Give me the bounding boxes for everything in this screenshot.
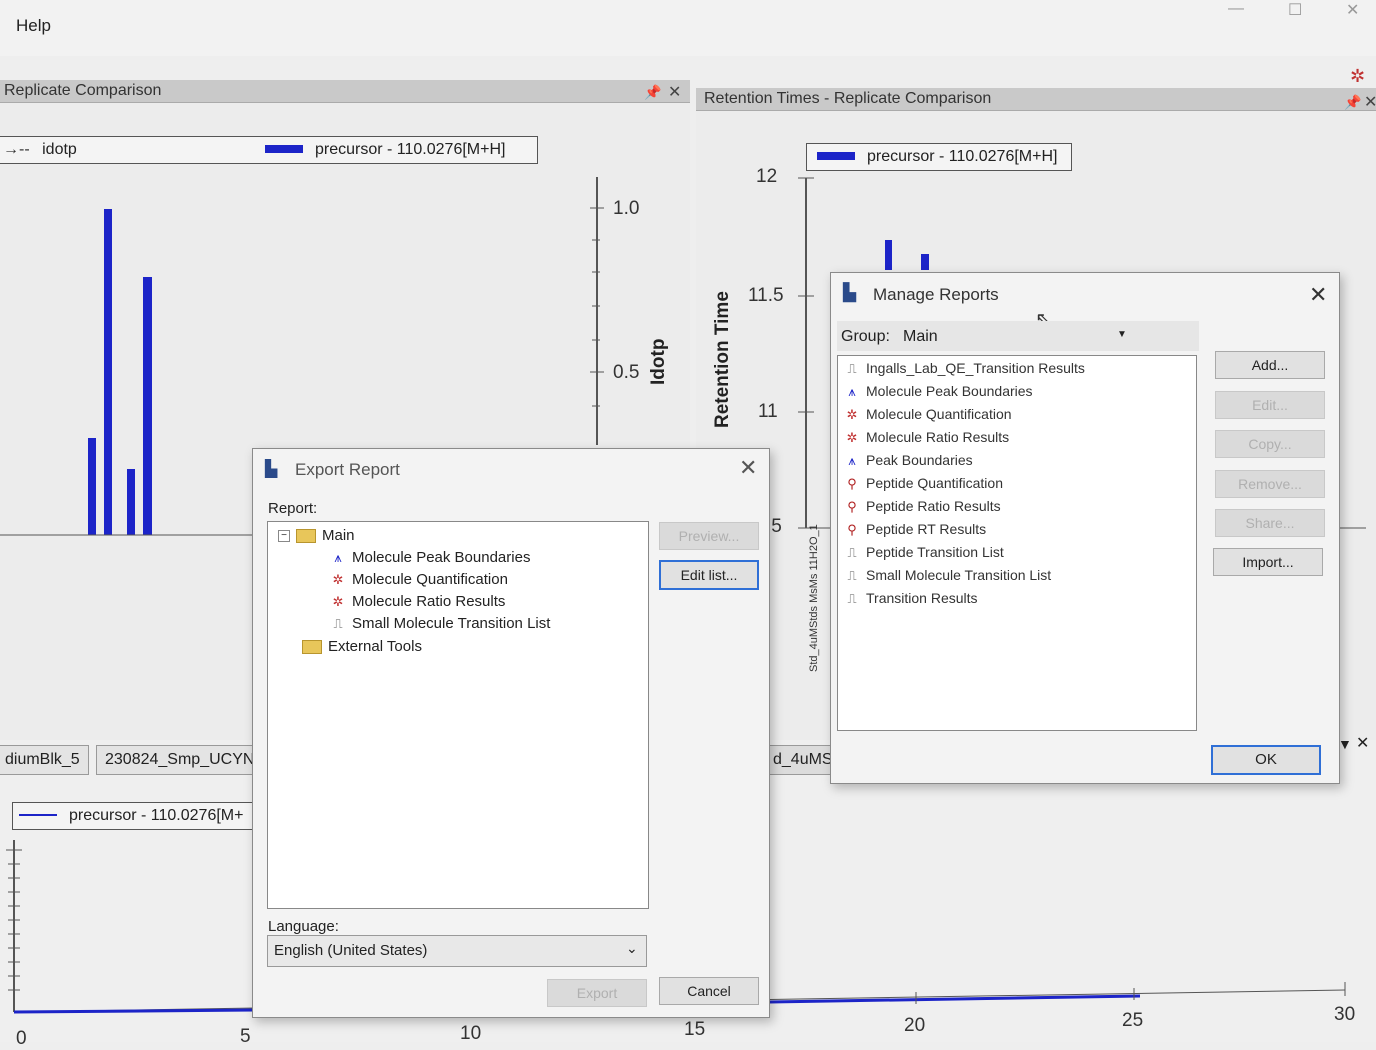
x-tick-label: 0	[16, 1028, 27, 1049]
language-value: English (United States)	[274, 942, 428, 959]
export-button[interactable]: Export	[547, 979, 647, 1007]
tree-node-external-tools[interactable]: External Tools	[302, 638, 422, 655]
bar	[885, 240, 892, 270]
transition-icon: ⎍	[847, 591, 857, 607]
transition-icon: ⎍	[333, 616, 343, 632]
peptide-icon: ⚲	[847, 522, 857, 538]
share-button[interactable]: Share...	[1215, 509, 1325, 537]
list-item[interactable]: ⎍ Small Molecule Transition List	[844, 567, 1051, 583]
tree-item[interactable]: ⎍ Small Molecule Transition List	[330, 615, 550, 632]
group-value: Main	[903, 328, 938, 345]
folder-icon	[302, 640, 322, 655]
molecule-icon: ✲	[332, 594, 344, 610]
edit-button[interactable]: Edit...	[1215, 391, 1325, 419]
molecule-icon: ✲	[332, 572, 344, 588]
tab-smp-ucyn[interactable]: 230824_Smp_UCYN	[96, 745, 264, 775]
manage-reports-dialog: ▙ Manage Reports ✕ ⇖ Group: Main ▼ ⎍ Inga…	[830, 272, 1340, 784]
list-item[interactable]: ✲ Molecule Ratio Results	[844, 429, 1010, 446]
group-label: Group:	[841, 328, 890, 345]
bar	[921, 254, 929, 270]
collapse-icon[interactable]: −	[278, 530, 290, 543]
dropdown-icon[interactable]: ▼	[1338, 736, 1352, 752]
close-panel-icon[interactable]: ✕	[1356, 733, 1369, 753]
close-icon[interactable]: ✕	[739, 455, 757, 481]
menu-help[interactable]: Help	[16, 16, 51, 36]
close-icon[interactable]: ✕	[1309, 282, 1327, 308]
list-item[interactable]: ⩚ Molecule Peak Boundaries	[844, 383, 1032, 400]
list-item[interactable]: ⎍ Transition Results	[844, 590, 977, 607]
peak-icon: ⩚	[848, 384, 856, 400]
x-tick-label: 25	[1122, 1010, 1144, 1031]
language-label: Language:	[268, 918, 339, 935]
preview-button[interactable]: Preview...	[659, 522, 759, 550]
report-icon: ▙	[265, 461, 278, 478]
cancel-button[interactable]: Cancel	[659, 977, 759, 1005]
molecule-icon[interactable]: ✲	[1350, 66, 1365, 87]
y2-axis-label: Idotp	[648, 338, 669, 385]
peptide-icon: ⚲	[847, 476, 857, 492]
list-item[interactable]: ⩚ Peak Boundaries	[844, 452, 972, 469]
transition-icon: ⎍	[847, 545, 857, 561]
list-item[interactable]: ✲ Molecule Quantification	[844, 406, 1012, 422]
tab-diumblk[interactable]: diumBlk_5	[0, 745, 89, 775]
close-icon[interactable]: ✕	[1346, 0, 1359, 20]
maximize-icon[interactable]: ☐	[1288, 0, 1302, 20]
x-tick-label: 20	[904, 1015, 926, 1036]
report-icon: ▙	[843, 283, 857, 302]
group-select[interactable]: Group: Main ▼	[837, 321, 1199, 351]
molecule-icon: ✲	[846, 430, 858, 446]
dialog-title: Export Report	[295, 460, 400, 479]
chevron-down-icon[interactable]: ⌄	[626, 940, 638, 957]
add-button[interactable]: Add...	[1215, 351, 1325, 379]
export-report-dialog: ▙ Export Report ✕ Report: − Main ⩚ Molecul…	[252, 448, 770, 1018]
x-category-label: Std_4uMStds MsMs 11H2O_1	[808, 524, 820, 672]
copy-button[interactable]: Copy...	[1215, 430, 1325, 458]
y-axis-label: Retention Time	[712, 291, 733, 428]
transition-icon: ⎍	[847, 568, 857, 584]
dialog-title: Manage Reports	[873, 285, 999, 304]
menu-bar: Help — ☐ ✕ ✲	[0, 0, 1376, 86]
language-select[interactable]: English (United States) ⌄	[267, 935, 647, 967]
bottom-chart-legend: precursor - 110.0276[M+	[12, 802, 264, 830]
list-item[interactable]: ⎍ Ingalls_Lab_QE_Transition Results	[844, 360, 1085, 376]
ok-button[interactable]: OK	[1211, 745, 1321, 775]
list-item[interactable]: ⚲ Peptide Quantification	[844, 475, 1003, 491]
peak-icon: ⩚	[848, 453, 856, 469]
tree-item[interactable]: ✲ Molecule Ratio Results	[330, 593, 506, 610]
peptide-icon: ⚲	[847, 499, 857, 515]
y-tick-label: 11	[758, 401, 778, 422]
x-tick-label: 30	[1334, 1004, 1356, 1025]
report-tree[interactable]: − Main ⩚ Molecule Peak Boundaries ✲ Molecul…	[267, 521, 649, 909]
list-item[interactable]: ⎍ Peptide Transition List	[844, 544, 1003, 561]
reports-list[interactable]: ⎍ Ingalls_Lab_QE_Transition Results ⩚ Mole…	[837, 355, 1197, 731]
remove-button[interactable]: Remove...	[1215, 470, 1325, 498]
import-button[interactable]: Import...	[1213, 548, 1323, 576]
tree-node-main[interactable]: − Main	[278, 527, 355, 544]
peak-icon: ⩚	[334, 550, 342, 566]
x-tick-label: 15	[684, 1019, 706, 1040]
y-tick-label: 12	[756, 166, 778, 187]
folder-icon	[296, 529, 316, 544]
minimize-icon[interactable]: —	[1228, 0, 1244, 18]
y2-tick-label: 1.0	[613, 198, 640, 219]
molecule-icon: ✲	[846, 407, 858, 423]
tree-item[interactable]: ✲ Molecule Quantification	[330, 571, 508, 588]
list-item[interactable]: ⚲ Peptide Ratio Results	[844, 498, 1000, 515]
tree-item[interactable]: ⩚ Molecule Peak Boundaries	[330, 549, 530, 566]
list-item[interactable]: ⚲ Peptide RT Results	[844, 521, 986, 537]
report-label: Report:	[268, 500, 318, 517]
dropdown-arrow-icon[interactable]: ▼	[1117, 329, 1127, 340]
transition-icon: ⎍	[847, 361, 857, 377]
y-tick-label: 11.5	[748, 285, 784, 306]
edit-list-button[interactable]: Edit list...	[659, 560, 759, 590]
y2-tick-label: 0.5	[613, 362, 640, 383]
x-tick-label: 5	[240, 1026, 251, 1047]
